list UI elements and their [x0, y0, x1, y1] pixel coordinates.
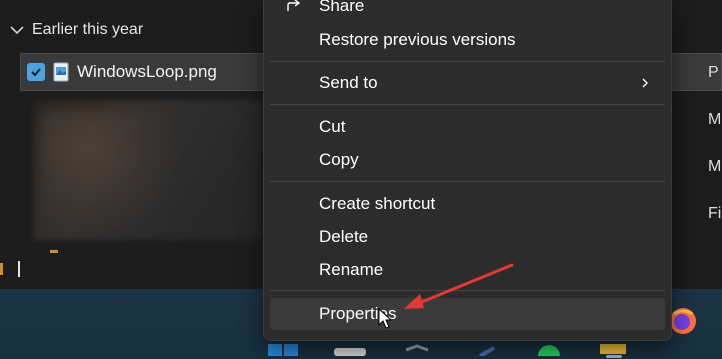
mouse-pointer-icon [378, 308, 393, 329]
column-cell-1: P [708, 64, 719, 81]
text-cursor [18, 261, 20, 277]
chevron-down-icon [10, 26, 24, 35]
image-file-icon [53, 62, 69, 82]
menu-item-label: Delete [319, 227, 369, 246]
menu-item-share[interactable]: Share [270, 0, 665, 22]
menu-item-rename[interactable]: Rename [270, 254, 665, 286]
menu-item-label: Restore previous versions [319, 30, 516, 49]
chevron-right-icon [642, 78, 648, 88]
menu-item-delete[interactable]: Delete [270, 221, 665, 253]
share-icon [287, 0, 301, 11]
menu-item-restore-previous-versions[interactable]: Restore previous versions [270, 24, 665, 56]
menu-item-cut[interactable]: Cut [270, 111, 665, 143]
menu-separator [270, 61, 665, 62]
status-marker [0, 263, 3, 275]
group-label: Earlier this year [32, 21, 144, 38]
column-cell-4: Fi [708, 205, 722, 222]
menu-separator [270, 104, 665, 105]
menu-item-label: Create shortcut [319, 194, 436, 213]
column-cell-2: M [708, 111, 722, 128]
checkbox-checked[interactable] [27, 63, 45, 81]
status-marker-2 [50, 250, 58, 253]
blurred-preview-highlight [40, 110, 190, 230]
column-cell-3: M [708, 158, 722, 175]
menu-item-create-shortcut[interactable]: Create shortcut [270, 188, 665, 220]
menu-separator [270, 290, 665, 291]
firefox-icon[interactable] [668, 306, 698, 336]
group-header-earlier-this-year[interactable]: Earlier this year [8, 18, 143, 42]
screen: Earlier this year WindowsLoop.png P M M … [0, 0, 722, 359]
menu-item-properties[interactable]: Properties [270, 298, 665, 330]
context-menu: Share Restore previous versions Send to … [263, 0, 672, 341]
menu-item-copy[interactable]: Copy [270, 144, 665, 176]
menu-separator [270, 181, 665, 182]
menu-item-label: Send to [319, 73, 378, 92]
menu-item-label: Copy [319, 150, 359, 169]
menu-item-label: Share [319, 0, 365, 15]
file-name: WindowsLoop.png [77, 62, 217, 81]
menu-item-label: Rename [319, 260, 384, 279]
menu-item-send-to[interactable]: Send to [270, 67, 665, 99]
menu-item-label: Cut [319, 117, 346, 136]
check-icon [31, 68, 41, 77]
